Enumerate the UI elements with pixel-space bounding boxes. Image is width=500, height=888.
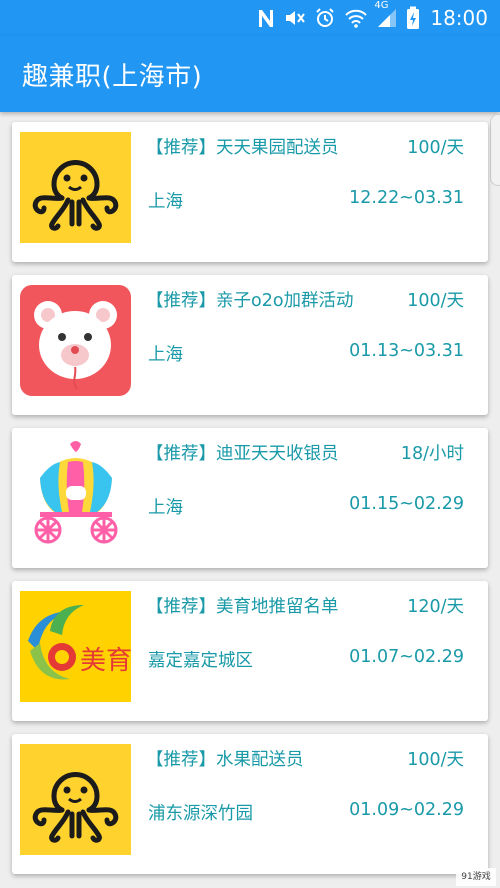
job-location: 浦东源深竹园 [148, 804, 253, 824]
job-thumbnail [20, 744, 131, 855]
meiyu-logo-text: 美育 [80, 646, 131, 676]
job-thumbnail: 美育 [20, 591, 131, 702]
job-location: 上海 [148, 498, 183, 518]
job-location: 上海 [148, 345, 183, 365]
vibrate-mute-icon [284, 6, 306, 30]
job-salary: 100/天 [407, 291, 464, 311]
signal-icon: 4G [374, 0, 398, 30]
job-dates: 01.07~02.29 [349, 647, 464, 667]
job-card[interactable]: 【推荐】亲子o2o加群活动 100/天 上海 01.13~03.31 [12, 275, 488, 415]
job-dates: 01.15~02.29 [349, 494, 464, 514]
job-thumbnail [20, 285, 131, 396]
job-dates: 12.22~03.31 [349, 188, 464, 208]
octopus-logo-icon [20, 744, 131, 855]
battery-charging-icon [406, 6, 420, 30]
job-thumbnail [20, 132, 131, 243]
octopus-logo-icon [20, 132, 131, 243]
watermark: 91游戏 [456, 868, 496, 886]
job-title: 【推荐】天天果园配送员 [146, 138, 339, 158]
job-thumbnail [20, 438, 131, 549]
job-location: 嘉定嘉定城区 [148, 651, 253, 671]
status-bar: 4G 18:00 [0, 0, 500, 36]
page-title: 趣兼职(上海市) [22, 62, 203, 92]
job-title: 【推荐】迪亚天天收银员 [146, 444, 339, 464]
job-salary: 100/天 [407, 138, 464, 158]
wifi-icon [344, 6, 368, 30]
clock-time: 18:00 [430, 6, 488, 30]
job-card[interactable]: 【推荐】迪亚天天收银员 18/小时 上海 01.15~02.29 [12, 428, 488, 568]
meiyu-logo-icon: 美育 [20, 591, 131, 702]
teddy-bear-logo-icon [20, 285, 131, 396]
alarm-icon [314, 6, 336, 30]
n-icon [256, 6, 276, 30]
job-card[interactable]: 美育 【推荐】美育地推留名单 120/天 嘉定嘉定城区 01.07~02.29 [12, 581, 488, 721]
job-title: 【推荐】亲子o2o加群活动 [146, 291, 354, 311]
job-salary: 100/天 [407, 750, 464, 770]
job-card[interactable]: 【推荐】水果配送员 100/天 浦东源深竹园 01.09~02.29 [12, 734, 488, 874]
job-dates: 01.09~02.29 [349, 800, 464, 820]
job-salary: 18/小时 [400, 444, 464, 464]
job-card[interactable]: 【推荐】天天果园配送员 100/天 上海 12.22~03.31 [12, 122, 488, 262]
job-title: 【推荐】水果配送员 [146, 750, 304, 770]
carriage-logo-icon [20, 438, 131, 549]
job-location: 上海 [148, 192, 183, 212]
network-type-label: 4G [374, 0, 389, 11]
job-salary: 120/天 [407, 597, 464, 617]
edge-panel-handle[interactable] [490, 114, 500, 186]
job-dates: 01.13~03.31 [349, 341, 464, 361]
job-title: 【推荐】美育地推留名单 [146, 597, 339, 617]
app-bar: 趣兼职(上海市) [0, 36, 500, 186]
